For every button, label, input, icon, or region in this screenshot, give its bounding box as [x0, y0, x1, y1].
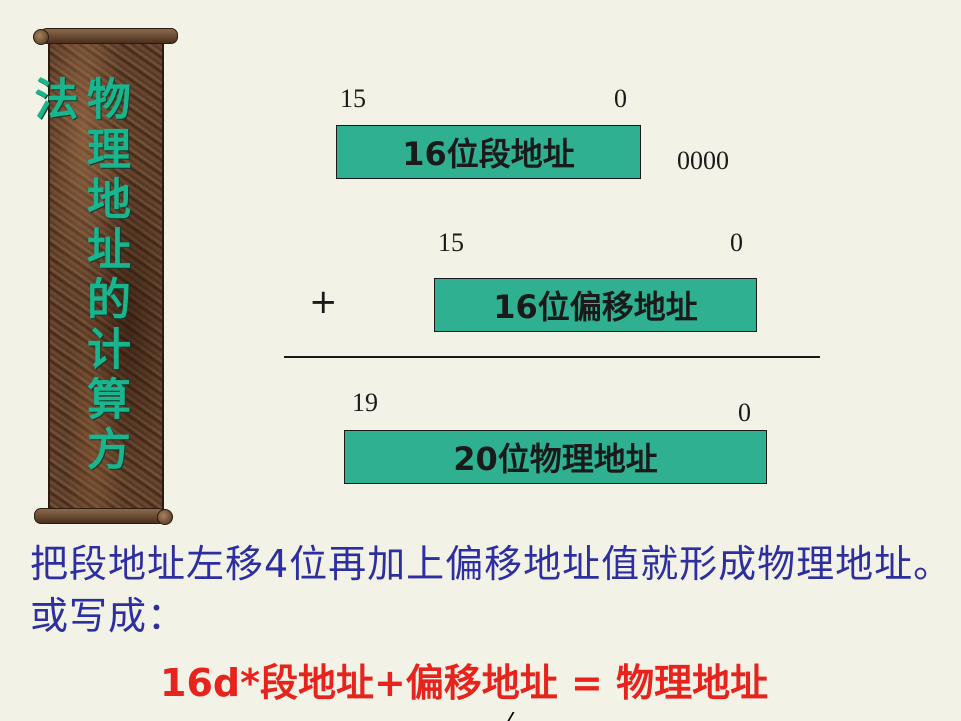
segment-register: 16位段地址: [336, 125, 641, 179]
offset-lsb-label: 0: [730, 228, 743, 257]
physical-register: 20位物理地址: [344, 430, 767, 484]
sum-divider: [284, 356, 820, 358]
segment-shift-zeros: 0000: [677, 146, 729, 175]
slide: 物理地址的计算方法 15 0 16位段地址 0000 15 0 + 16位偏移地…: [0, 0, 961, 721]
segment-lsb-label: 0: [614, 84, 627, 113]
explanation-text: 把段地址左移4位再加上偏移地址值就形成物理地址。或写成：: [30, 542, 953, 638]
cursor-icon: [507, 712, 527, 721]
plus-sign: +: [309, 282, 338, 322]
scroll-bottom-roll: [34, 508, 173, 525]
scroll-top-roll: [33, 28, 178, 45]
segment-msb-label: 15: [340, 84, 366, 113]
physical-msb-label: 19: [352, 388, 378, 417]
offset-register: 16位偏移地址: [434, 278, 757, 332]
formula: 16d*段地址+偏移地址 = 物理地址: [160, 661, 769, 705]
title-scroll: 物理地址的计算方法: [26, 28, 178, 525]
slide-title: 物理地址的计算方法: [26, 76, 131, 476]
physical-lsb-label: 0: [738, 398, 751, 427]
offset-msb-label: 15: [438, 228, 464, 257]
